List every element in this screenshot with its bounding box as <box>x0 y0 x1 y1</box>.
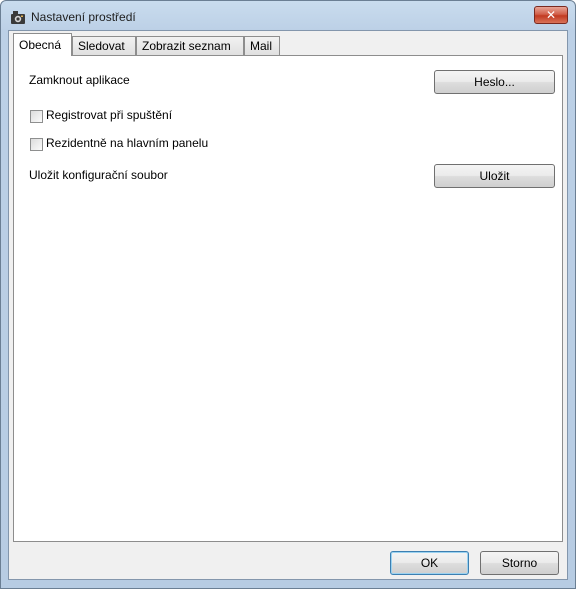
tab-panel-general: Zamknout aplikace Heslo... Registrovat p… <box>13 55 563 542</box>
register-startup-label[interactable]: Registrovat při spuštění <box>46 108 172 122</box>
lock-app-label: Zamknout aplikace <box>29 73 130 87</box>
close-button[interactable]: ✕ <box>534 6 568 24</box>
resident-taskbar-label[interactable]: Rezidentně na hlavním panelu <box>46 136 208 150</box>
settings-dialog: Nastavení prostředí ✕ Obecná Sledovat Zo… <box>0 0 576 589</box>
camera-icon <box>10 10 26 25</box>
tab-mail[interactable]: Mail <box>244 36 280 55</box>
resident-taskbar-checkbox[interactable] <box>30 138 43 151</box>
window-title: Nastavení prostředí <box>31 10 136 24</box>
dialog-client-area: Obecná Sledovat Zobrazit seznam Mail Zam… <box>8 30 568 580</box>
ok-button[interactable]: OK <box>390 551 469 575</box>
title-bar[interactable]: Nastavení prostředí ✕ <box>1 1 575 29</box>
register-startup-checkbox[interactable] <box>30 110 43 123</box>
close-icon: ✕ <box>545 8 557 22</box>
save-config-button[interactable]: Uložit <box>434 164 555 188</box>
tab-show-list[interactable]: Zobrazit seznam <box>136 36 244 55</box>
tab-general[interactable]: Obecná <box>13 33 72 56</box>
save-config-label: Uložit konfigurační soubor <box>29 168 168 182</box>
tab-monitor[interactable]: Sledovat <box>72 36 136 55</box>
password-button[interactable]: Heslo... <box>434 70 555 94</box>
cancel-button[interactable]: Storno <box>480 551 559 575</box>
